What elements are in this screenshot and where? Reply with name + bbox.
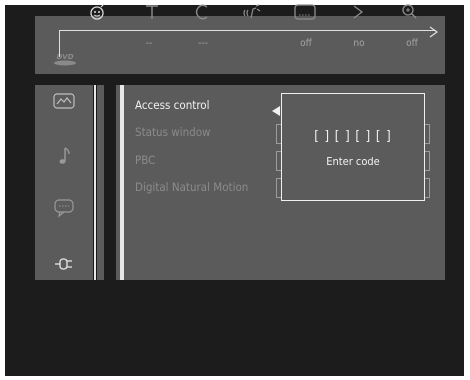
chapter-icon[interactable] — [190, 2, 214, 22]
zoom-value: off — [406, 38, 418, 49]
audio-wave-icon[interactable] — [241, 2, 265, 22]
access-code-popup: [ ] [ ] [ ] [ ] Enter code — [281, 93, 425, 201]
speech-bubble-icon[interactable] — [49, 197, 79, 219]
angle-icon[interactable] — [346, 2, 370, 22]
menu-arrow-line — [59, 30, 436, 31]
dvd-logo: DVD — [52, 49, 78, 67]
menu-item-digital-natural-motion[interactable]: Digital Natural Motion — [135, 180, 248, 196]
music-note-icon[interactable] — [49, 145, 79, 167]
top-info-bar: DVD — [35, 16, 445, 74]
menu-arrow-head — [426, 24, 440, 38]
menu-item-status-window[interactable]: Status window — [135, 125, 211, 141]
sidebar-gap-strip — [97, 85, 104, 280]
picture-icon[interactable] — [49, 90, 79, 112]
menu-item-pbc[interactable]: PBC — [135, 153, 155, 169]
zoom-icon[interactable] — [398, 2, 422, 22]
chapter-value: --- — [198, 38, 208, 49]
code-entry-field[interactable]: [ ] [ ] [ ] [ ] — [282, 129, 424, 144]
sidebar — [35, 85, 93, 280]
enter-code-label: Enter code — [326, 155, 380, 168]
subtitle-value: off — [300, 38, 312, 49]
sidebar-divider — [94, 85, 96, 280]
text-icon[interactable] — [140, 2, 164, 22]
person-icon[interactable] — [86, 2, 110, 22]
angle-value: no — [353, 38, 365, 49]
menu-arrow-stem — [59, 30, 60, 57]
settings-panel-bar — [120, 85, 124, 280]
title-value: -- — [145, 38, 153, 49]
selection-pointer-icon — [272, 101, 280, 116]
menu-item-access-control[interactable]: Access control — [135, 98, 210, 114]
plug-icon[interactable] — [49, 253, 79, 275]
subtitle-icon[interactable] — [293, 2, 317, 22]
